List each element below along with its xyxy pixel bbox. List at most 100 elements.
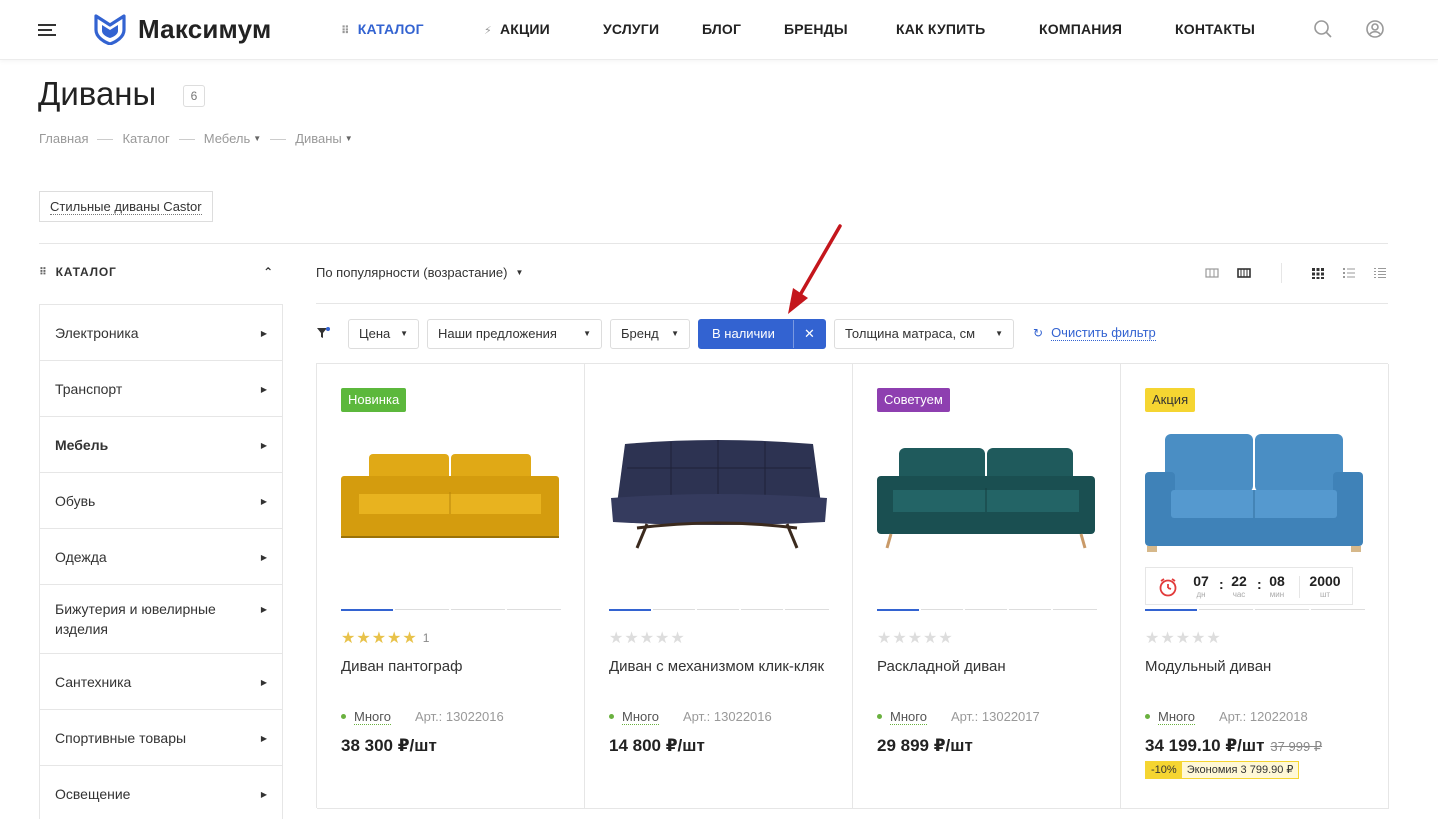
view-list-icon[interactable] xyxy=(1342,266,1356,280)
badge-recommended: Советуем xyxy=(877,388,950,412)
badge-new: Новинка xyxy=(341,388,407,412)
breadcrumb-home[interactable]: Главная xyxy=(39,131,88,146)
image-slider-indicator[interactable] xyxy=(877,609,1097,611)
caret-down-icon: ▼ xyxy=(671,329,679,338)
close-icon[interactable]: ✕ xyxy=(793,320,825,348)
product-price: 29 899 ₽/шт xyxy=(877,736,973,755)
caret-down-icon: ▼ xyxy=(583,329,591,338)
sidebar-category-list: Электроника ▶ Транспорт ▶ Мебель ▶ Обувь ▶ О… xyxy=(39,304,283,819)
clear-filter-link[interactable]: ↻ Очистить фильтр xyxy=(1033,325,1156,341)
search-icon[interactable] xyxy=(1313,19,1333,39)
sidebar-catalog-header[interactable]: ⠿ КАТАЛОГ ⌃ xyxy=(39,265,274,279)
collection-tag[interactable]: Стильные диваны Castor xyxy=(39,191,213,222)
nav-how-to-buy[interactable]: КАК КУПИТЬ xyxy=(896,21,985,37)
divider xyxy=(316,303,1388,304)
timer-hours: 22 час xyxy=(1231,573,1247,599)
nav-catalog[interactable]: ⠿ КАТАЛОГ xyxy=(341,21,424,37)
product-price: 34 199.10 ₽/шт 37 999 ₽ xyxy=(1145,736,1323,755)
product-name[interactable]: Диван пантограф xyxy=(341,654,561,679)
sidebar-item-jewelry[interactable]: Бижутерия и ювелирные изделия ▶ xyxy=(40,585,282,654)
user-icon[interactable] xyxy=(1365,19,1385,39)
grid-icon: ⠿ xyxy=(341,25,350,37)
old-price: 37 999 ₽ xyxy=(1270,739,1323,754)
product-image[interactable] xyxy=(339,424,561,554)
divider xyxy=(39,243,1388,244)
product-price: 38 300 ₽/шт xyxy=(341,736,437,755)
breadcrumb-catalog[interactable]: Каталог xyxy=(122,131,169,146)
sidebar-item-furniture[interactable]: Мебель ▶ xyxy=(40,417,282,473)
chevron-right-icon: ▶ xyxy=(260,734,267,743)
filter-price[interactable]: Цена ▼ xyxy=(348,319,419,349)
countdown-timer: 07 дн : 22 час : 08 мин 2000 шт xyxy=(1145,567,1353,605)
product-image[interactable] xyxy=(607,424,829,554)
sidebar-item-transport[interactable]: Транспорт ▶ xyxy=(40,361,282,417)
breadcrumb: Главная Каталог Мебель ▼ Диваны ▼ xyxy=(39,131,353,146)
view-table-icon[interactable] xyxy=(1373,266,1387,280)
breadcrumb-sofas[interactable]: Диваны ▼ xyxy=(295,131,353,146)
image-slider-indicator[interactable] xyxy=(1145,609,1365,611)
clock-icon xyxy=(1159,578,1177,597)
caret-down-icon: ▼ xyxy=(995,329,1003,338)
sidebar-item-shoes[interactable]: Обувь ▶ xyxy=(40,473,282,529)
stock-status: Много Арт.: 13022016 xyxy=(341,709,504,725)
grid-icon: ⠿ xyxy=(39,267,48,278)
chevron-up-icon[interactable]: ⌃ xyxy=(263,265,274,279)
product-price: 14 800 ₽/шт xyxy=(609,736,705,755)
filter-in-stock[interactable]: В наличии ✕ xyxy=(698,319,826,349)
caret-down-icon: ▼ xyxy=(515,268,524,277)
sort-dropdown[interactable]: По популярности (возрастание) ▼ xyxy=(316,265,523,280)
badge-sale: Акция xyxy=(1145,388,1196,412)
breadcrumb-furniture[interactable]: Мебель ▼ xyxy=(204,131,261,146)
stock-status: Много Арт.: 13022016 xyxy=(609,709,772,725)
product-card[interactable]: Акция 07 дн : 22 час : 08 мин 2000 шт ★★★★★ … xyxy=(1121,364,1389,809)
logo-icon[interactable] xyxy=(94,13,126,45)
product-card[interactable]: Советуем ★★★★★ Раскладной диван Много Арт… xyxy=(853,364,1121,809)
rating-stars: ★★★★★ xyxy=(1145,630,1222,647)
view-columns-3-icon[interactable] xyxy=(1205,266,1219,280)
rating-stars: ★★★★★ xyxy=(609,630,686,647)
nav-contacts[interactable]: КОНТАКТЫ xyxy=(1175,21,1255,37)
chevron-right-icon: ▶ xyxy=(260,329,267,338)
filter-brand[interactable]: Бренд ▼ xyxy=(610,319,690,349)
chevron-right-icon: ▶ xyxy=(260,553,267,562)
sidebar-item-lighting[interactable]: Освещение ▶ xyxy=(40,766,282,819)
chevron-right-icon: ▶ xyxy=(260,441,267,450)
image-slider-indicator[interactable] xyxy=(341,609,561,611)
nav-company[interactable]: КОМПАНИЯ xyxy=(1039,21,1122,37)
product-image[interactable] xyxy=(875,424,1097,554)
nav-services[interactable]: УСЛУГИ xyxy=(603,21,659,37)
menu-icon[interactable] xyxy=(38,24,56,36)
product-card[interactable]: ★★★★★ Диван с механизмом клик-кляк Много… xyxy=(585,364,853,809)
sidebar-item-plumbing[interactable]: Сантехника ▶ xyxy=(40,654,282,710)
product-image[interactable] xyxy=(1143,424,1365,554)
view-columns-4-icon[interactable] xyxy=(1237,266,1251,280)
sidebar-item-sports[interactable]: Спортивные товары ▶ xyxy=(40,710,282,766)
rating-stars: ★★★★★ xyxy=(877,630,954,647)
rating-stars: ★★★★★ 1 xyxy=(341,630,430,647)
product-card[interactable]: Новинка ★★★★★ 1 Диван пантограф Много Арт.… xyxy=(317,364,585,809)
product-name[interactable]: Модульный диван xyxy=(1145,654,1365,679)
product-name[interactable]: Диван с механизмом клик-кляк xyxy=(609,654,829,679)
nav-promotions[interactable]: ⚡ АКЦИИ xyxy=(484,21,550,37)
timer-days: 07 дн xyxy=(1193,573,1209,599)
product-name[interactable]: Раскладной диван xyxy=(877,654,1097,679)
logo-text[interactable]: Максимум xyxy=(138,14,271,45)
nav-blog[interactable]: БЛОГ xyxy=(702,21,741,37)
filter-offers[interactable]: Наши предложения ▼ xyxy=(427,319,602,349)
image-slider-indicator[interactable] xyxy=(609,609,829,611)
sidebar-item-electronics[interactable]: Электроника ▶ xyxy=(40,305,282,361)
page-title: Диваны xyxy=(38,75,157,112)
filter-icon[interactable] xyxy=(316,326,330,340)
product-grid: Новинка ★★★★★ 1 Диван пантограф Много Арт.… xyxy=(316,363,1389,809)
sidebar-item-clothes[interactable]: Одежда ▶ xyxy=(40,529,282,585)
chevron-right-icon: ▶ xyxy=(260,790,267,799)
filter-mattress-thickness[interactable]: Толщина матраса, см ▼ xyxy=(834,319,1014,349)
stock-status: Много Арт.: 12022018 xyxy=(1145,709,1308,725)
product-count-badge: 6 xyxy=(183,85,205,107)
discount-badge: -10% Экономия 3 799.90 ₽ xyxy=(1145,761,1300,779)
annotation-arrow-icon xyxy=(788,224,842,314)
chevron-right-icon: ▶ xyxy=(260,605,267,614)
timer-quantity: 2000 шт xyxy=(1309,573,1341,599)
view-grid-icon[interactable] xyxy=(1311,266,1325,280)
nav-brands[interactable]: БРЕНДЫ xyxy=(784,21,848,37)
